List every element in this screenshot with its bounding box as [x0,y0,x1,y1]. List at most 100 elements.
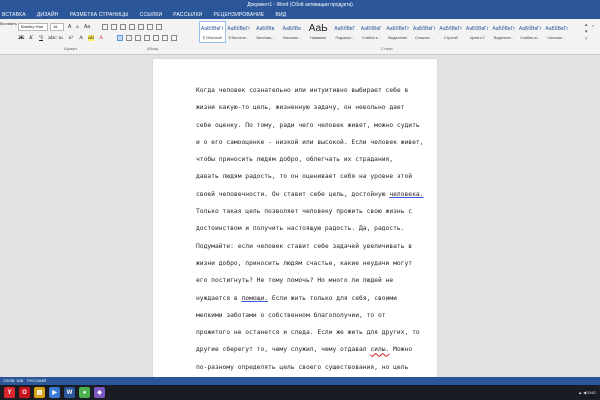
style-item[interactable]: АаБбВв Заголово... [279,21,306,43]
file-explorer-icon[interactable]: ▤ [34,387,45,398]
multilevel-list-button[interactable] [120,24,126,30]
word-count[interactable]: СЛОВ: 348 [3,378,23,383]
font-name-select[interactable]: Bradley Han [18,23,48,31]
style-item[interactable]: АаБбВвГг Сильная ... [544,21,571,43]
change-case-button[interactable]: Aa [84,24,90,30]
style-item[interactable]: АаБбВв Заголово... [252,21,279,43]
style-sample: АаБбВвГг [545,26,569,32]
text-line[interactable]: давать людям радость, то он оценивает се… [196,168,412,185]
style-item[interactable]: АаБбВвГ Слабое в... [358,21,385,43]
text-line[interactable]: мелкими заботами о собственном благополу… [196,307,412,324]
show-marks-button[interactable] [156,24,162,30]
style-name: Слабая сс... [520,36,541,40]
style-item[interactable]: АаБбВвГг Слабая сс... [517,21,544,43]
taskbar-icons: Y O ▤ ▶ W ● ◆ [0,387,105,398]
line-spacing-button[interactable] [153,35,159,41]
strikethrough-button[interactable]: abc [48,35,57,41]
style-item[interactable]: АаБбВвГг ¶ Без инте... [226,21,253,43]
text-line[interactable]: прожитого не останется и следа. Если же … [196,324,420,341]
style-sample: АаБбВвГг [465,26,489,32]
align-right-button[interactable] [135,35,141,41]
word-icon[interactable]: W [64,387,75,398]
format-buttons: Ж К Ч abc x₂ x² A ab A [18,35,104,41]
style-name: ¶ Без инте... [228,36,249,40]
language-indicator[interactable]: РУССКИЙ [27,378,46,383]
tab-4[interactable]: РАССЫЛКИ [173,12,202,18]
text-line[interactable]: жизни какую-то цель, жизненную задачу, о… [196,99,412,116]
style-item[interactable]: АаБбВвГг Цитата 2 [464,21,491,43]
style-sample: АаБбВв [282,26,301,32]
underline-button[interactable]: Ч [38,35,44,41]
text-run: Только такая цель позволяет человеку про… [196,208,413,216]
style-item[interactable]: АаБбВвГ Подзагол... [332,21,359,43]
text-run: чтобы приносить людям добро, облегчать и… [196,156,394,164]
superscript-button[interactable]: x² [68,35,74,41]
style-item[interactable]: АаБбВвГг Строгий [438,21,465,43]
styles-scroll[interactable]: ▴ ▾ ▿ [585,22,588,43]
style-item[interactable]: АаЬ Название [305,21,332,43]
system-tray[interactable]: ▲ ◀ ENG [578,385,596,400]
font-size-select[interactable]: 16 [50,23,64,31]
opera-icon[interactable]: O [19,387,30,398]
text-line[interactable]: достоинством и получить настоящую радост… [196,220,412,237]
text-line[interactable]: и о его самооценке - низкой или высокой.… [196,134,423,151]
text-line[interactable]: по-разному определять цель своего сущест… [196,359,412,376]
chrome-icon[interactable]: ● [79,387,90,398]
style-item[interactable]: АаБбВвГг Выделение [385,21,412,43]
text-line[interactable]: Подумайте: если человек ставит себе зада… [196,238,412,255]
yandex-icon[interactable]: Y [4,387,15,398]
text-line[interactable]: Когда человек сознательно или интуитивно… [196,82,412,99]
text-effects-button[interactable]: A [78,35,84,41]
borders-button[interactable] [171,35,177,41]
tab-3[interactable]: ССЫЛКИ [140,12,163,18]
highlight-button[interactable]: ab [88,35,94,41]
text-line[interactable]: его постигнуть? Не тому помочь? Но много… [196,272,412,289]
style-item[interactable]: АаБбВвГг Выделенн... [491,21,518,43]
tab-6[interactable]: ВИД [275,12,286,18]
text-run: себе оценку. По тому, ради чего человек … [196,121,420,129]
text-line[interactable]: себе оценку. По тому, ради чего человек … [196,117,420,134]
editing-group[interactable]: ⌕ [592,23,594,28]
document-page[interactable]: Когда человек сознательно или интуитивно… [153,59,437,388]
tab-5[interactable]: РЕЦЕНЗИРОВАНИЕ [214,12,265,18]
italic-button[interactable]: К [28,35,34,41]
align-left-button[interactable] [117,35,123,41]
font-color-button[interactable]: A [98,35,104,41]
text-run: и о его самооценке - низкой или высокой.… [196,138,424,146]
numbering-button[interactable] [111,24,117,30]
text-run: Если жить только для себя, своими [268,294,397,302]
grow-font-button[interactable]: A [68,24,71,30]
style-sample: АаБбВвГг [200,26,224,32]
shading-button[interactable] [162,35,168,41]
text-run: жизни добро, приносить людям счастье, ка… [196,259,413,267]
tab-2[interactable]: РАЗМЕТКА СТРАНИЦЫ [70,12,129,18]
app-icon[interactable]: ◆ [94,387,105,398]
text-line[interactable]: жизни добро, приносить людям счастье, ка… [196,255,412,272]
bold-button[interactable]: Ж [18,35,25,41]
style-item[interactable]: АаБбВвГг Сильное ... [411,21,438,43]
align-center-button[interactable] [126,35,132,41]
style-sample: АаБбВвГг [227,26,251,32]
styles-gallery: АаБбВвГг ¶ Обычный АаБбВвГг ¶ Без инте... Аа… [199,21,570,43]
justify-button[interactable] [144,35,150,41]
text-line[interactable]: чтобы приносить людям добро, облегчать и… [196,151,412,168]
text-line[interactable]: Только такая цель позволяет человеку про… [196,203,412,220]
tab-0[interactable]: ВСТАВКА [2,12,26,18]
style-item[interactable]: АаБбВвГг ¶ Обычный [199,21,226,43]
text-run: Можно [389,346,413,354]
subscript-button[interactable]: x₂ [58,35,64,41]
style-name: Название [310,36,327,40]
text-line[interactable]: своей человечности. Он ставит себе цель,… [196,186,423,203]
increase-indent-button[interactable] [138,24,144,30]
style-name: Заголово... [256,36,275,40]
sort-button[interactable] [147,24,153,30]
media-icon[interactable]: ▶ [49,387,60,398]
bullets-button[interactable] [102,24,108,30]
tab-1[interactable]: ДИЗАЙН [37,12,59,18]
text-line[interactable]: другие сберегут то, чему служил, чему от… [196,341,412,358]
document-text[interactable]: Когда человек сознательно или интуитивно… [196,82,423,393]
shrink-font-button[interactable]: A [76,24,79,29]
text-line[interactable]: нуждается в помощи. Если жить только для… [196,290,412,307]
paste-label[interactable]: Вставить [0,21,17,26]
decrease-indent-button[interactable] [129,24,135,30]
